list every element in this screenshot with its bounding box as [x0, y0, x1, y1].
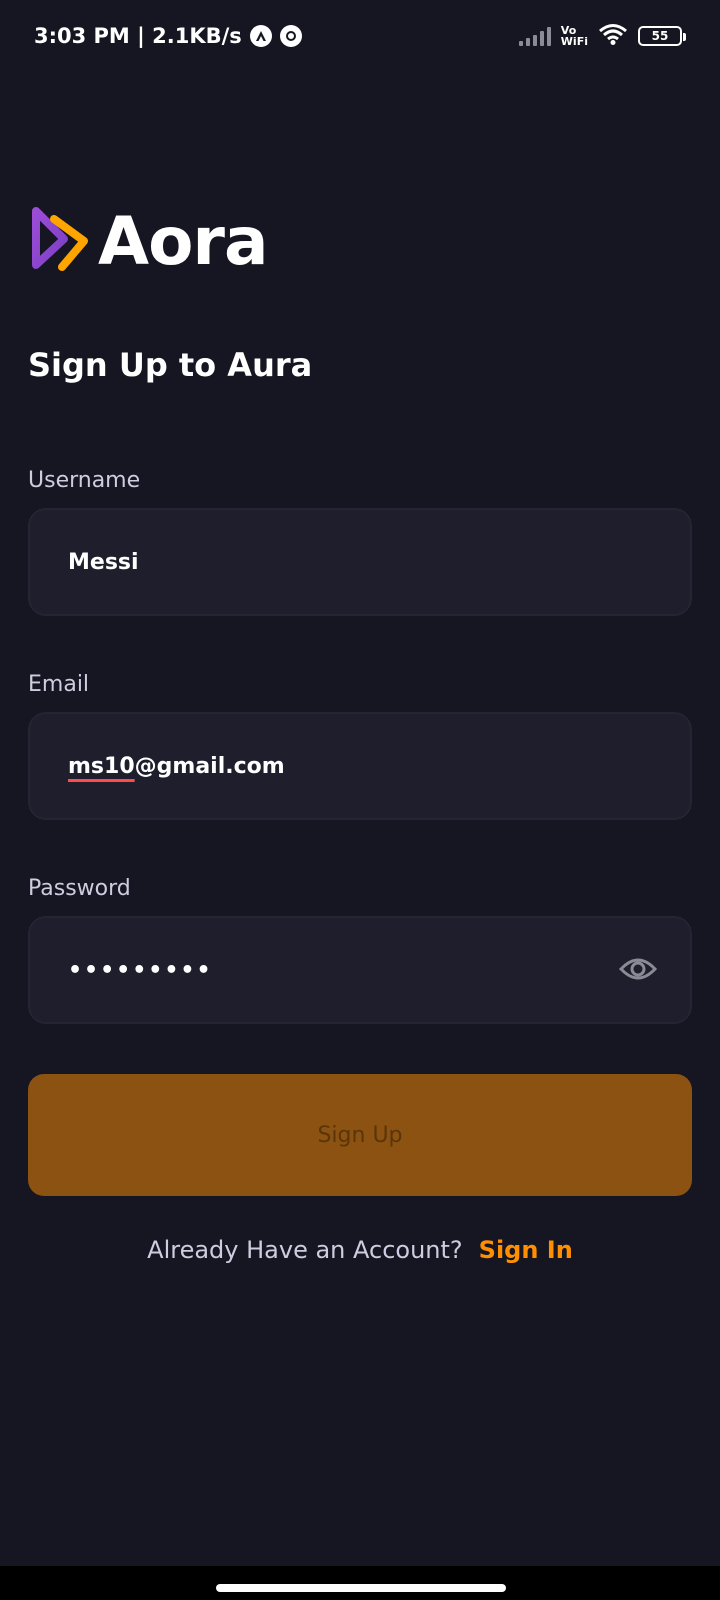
notification-chat-icon	[279, 25, 302, 47]
signal-icon	[518, 26, 551, 46]
password-label: Password	[28, 876, 131, 901]
battery-level: 55	[651, 29, 669, 43]
status-bar: 3:03 PM | 2.1KB/s Vo WiFi 55	[0, 0, 720, 72]
eye-icon[interactable]	[618, 954, 658, 984]
navigation-bar	[0, 1566, 720, 1600]
home-indicator[interactable]	[216, 1584, 506, 1592]
signin-row: Already Have an Account? Sign In	[0, 1236, 720, 1264]
email-field[interactable]: ms10@gmail.com	[28, 712, 692, 820]
wifi-icon	[598, 23, 628, 49]
email-value: ms10@gmail.com	[68, 754, 285, 779]
notification-a-icon	[249, 25, 272, 47]
battery-icon: 55	[638, 26, 686, 46]
wifi-text: WiFi	[560, 35, 588, 48]
signin-link[interactable]: Sign In	[479, 1236, 573, 1264]
password-field[interactable]: •••••••••	[28, 916, 692, 1024]
status-time: 3:03 PM | 2.1KB/s	[34, 24, 242, 48]
logo-text: Aora	[98, 203, 269, 280]
email-misspelled-part: ms10	[68, 753, 135, 779]
username-value: Messi	[68, 549, 139, 575]
vowifi-icon: Vo WiFi	[561, 25, 588, 47]
password-value: •••••••••	[68, 957, 213, 983]
username-field[interactable]: Messi	[28, 508, 692, 616]
signin-prompt: Already Have an Account?	[147, 1236, 463, 1264]
signup-screen: 3:03 PM | 2.1KB/s Vo WiFi 55 Aora Sign U…	[0, 0, 720, 1600]
username-label: Username	[28, 468, 141, 493]
signup-button[interactable]: Sign Up	[28, 1074, 692, 1196]
email-label: Email	[28, 672, 90, 697]
status-right: Vo WiFi 55	[518, 23, 686, 49]
status-left: 3:03 PM | 2.1KB/s	[34, 24, 302, 48]
email-rest-part: @gmail.com	[134, 753, 285, 779]
aora-logo-icon	[28, 205, 92, 279]
page-title: Sign Up to Aura	[28, 346, 313, 384]
app-logo: Aora	[28, 203, 269, 280]
